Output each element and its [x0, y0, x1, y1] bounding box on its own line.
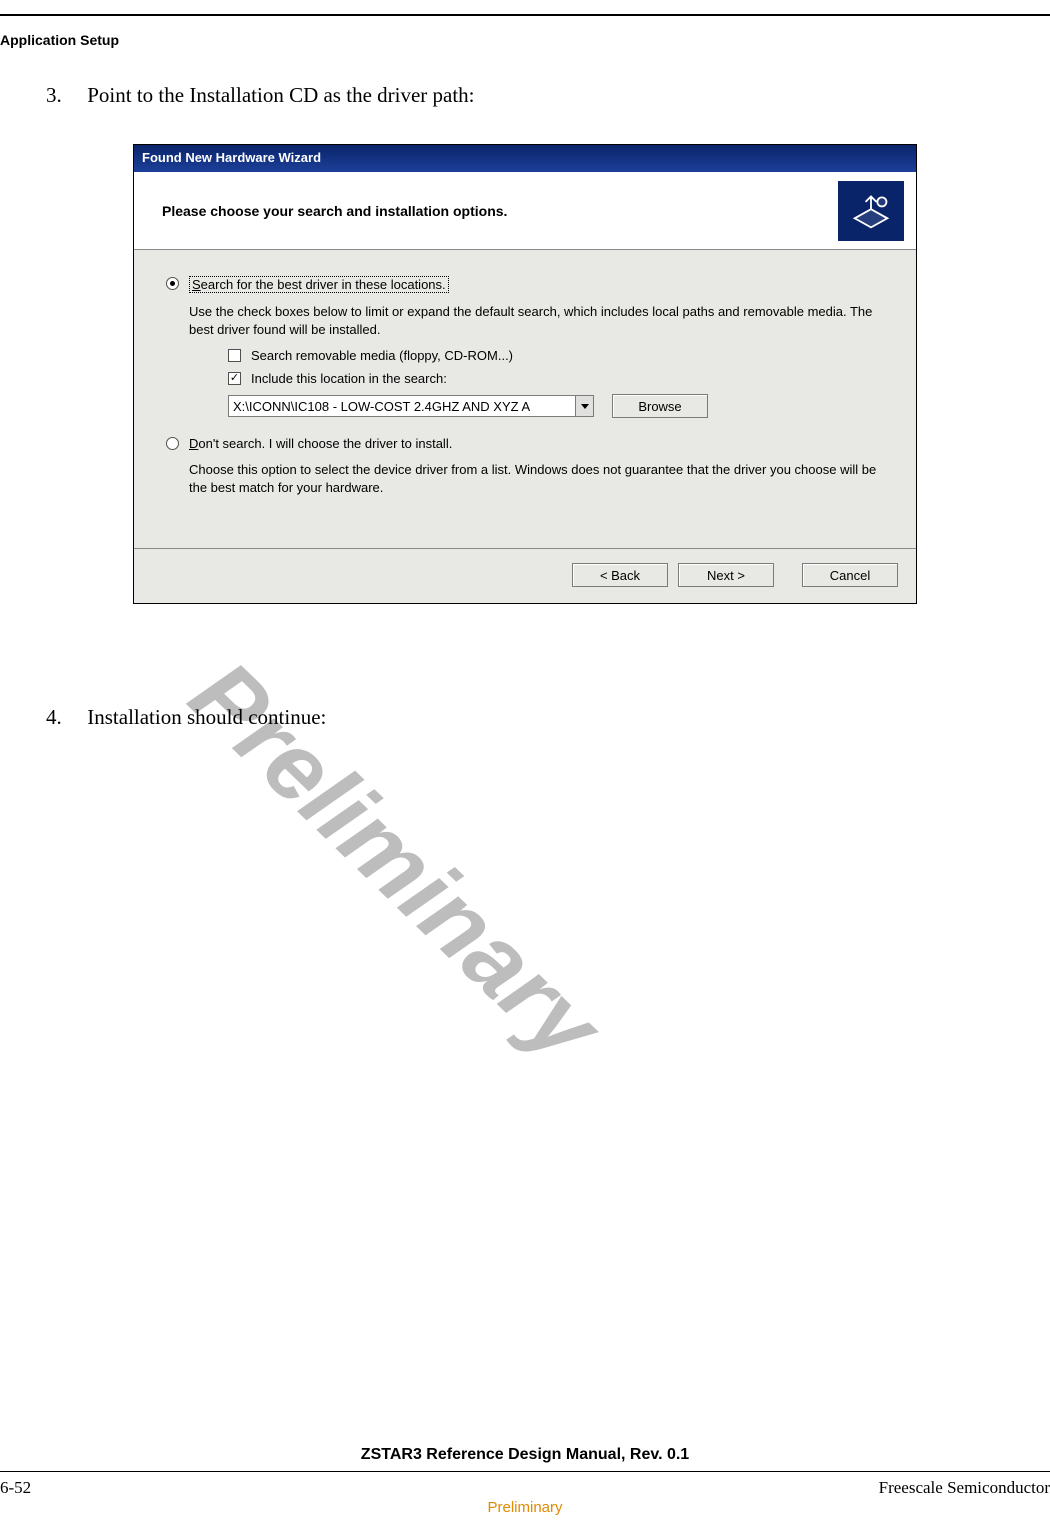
checkbox-include-location[interactable]: ✓ Include this location in the search:	[228, 371, 884, 386]
wizard-footer: < Back Next > Cancel	[134, 549, 916, 603]
path-combobox[interactable]	[228, 395, 594, 417]
radio-dont-search[interactable]: Don't search. I will choose the driver t…	[166, 436, 884, 451]
wizard-heading: Please choose your search and installati…	[162, 203, 507, 219]
install-icon	[849, 191, 893, 231]
checkbox-include-label: Include this location in the search:	[251, 371, 447, 386]
back-button[interactable]: < Back	[572, 563, 668, 587]
next-button[interactable]: Next >	[678, 563, 774, 587]
checks-group: Search removable media (floppy, CD-ROM..…	[228, 348, 884, 386]
checkbox-media-label: Search removable media (floppy, CD-ROM..…	[251, 348, 513, 363]
footer-doc-title: ZSTAR3 Reference Design Manual, Rev. 0.1	[0, 1446, 1050, 1464]
option-dont-search-desc: Choose this option to select the device …	[189, 461, 884, 496]
step-3: 3. Point to the Installation CD as the d…	[46, 83, 475, 108]
option-dont-search: Don't search. I will choose the driver t…	[166, 436, 884, 496]
wizard-window: Found New Hardware Wizard Please choose …	[133, 144, 917, 604]
wizard-titlebar[interactable]: Found New Hardware Wizard	[134, 145, 916, 172]
browse-button[interactable]: Browse	[612, 394, 708, 418]
spacer	[784, 563, 792, 587]
checkbox-icon: ✓	[228, 372, 241, 385]
radio-search-locations[interactable]: Search for the best driver in these loca…	[166, 276, 884, 293]
option-search: Search for the best driver in these loca…	[166, 276, 884, 418]
step-4-number: 4.	[46, 705, 82, 730]
top-rule	[0, 14, 1050, 16]
option-search-desc: Use the check boxes below to limit or ex…	[189, 303, 884, 338]
radio-icon	[166, 437, 179, 450]
footer-company: Freescale Semiconductor	[879, 1478, 1050, 1498]
step-3-number: 3.	[46, 83, 82, 108]
path-row: Browse	[228, 394, 884, 418]
wizard-banner-icon	[838, 181, 904, 241]
radio-dont-search-label: Don't search. I will choose the driver t…	[189, 436, 452, 451]
step-4-text: Installation should continue:	[87, 705, 326, 729]
wizard-body: Search for the best driver in these loca…	[134, 250, 916, 548]
radio-icon	[166, 277, 179, 290]
section-title: Application Setup	[0, 32, 119, 48]
chevron-down-icon[interactable]	[575, 396, 593, 416]
wizard-title: Found New Hardware Wizard	[142, 150, 321, 165]
footer-preliminary: Preliminary	[0, 1499, 1050, 1516]
step-3-text: Point to the Installation CD as the driv…	[87, 83, 474, 107]
checkbox-removable-media[interactable]: Search removable media (floppy, CD-ROM..…	[228, 348, 884, 363]
footer-rule	[0, 1471, 1050, 1472]
checkbox-icon	[228, 349, 241, 362]
footer-page-number: 6-52	[0, 1478, 31, 1498]
cancel-button[interactable]: Cancel	[802, 563, 898, 587]
wizard-header: Please choose your search and installati…	[134, 172, 916, 250]
radio-search-label: Search for the best driver in these loca…	[189, 276, 449, 293]
path-input[interactable]	[229, 396, 575, 416]
step-4: 4. Installation should continue:	[46, 705, 326, 730]
